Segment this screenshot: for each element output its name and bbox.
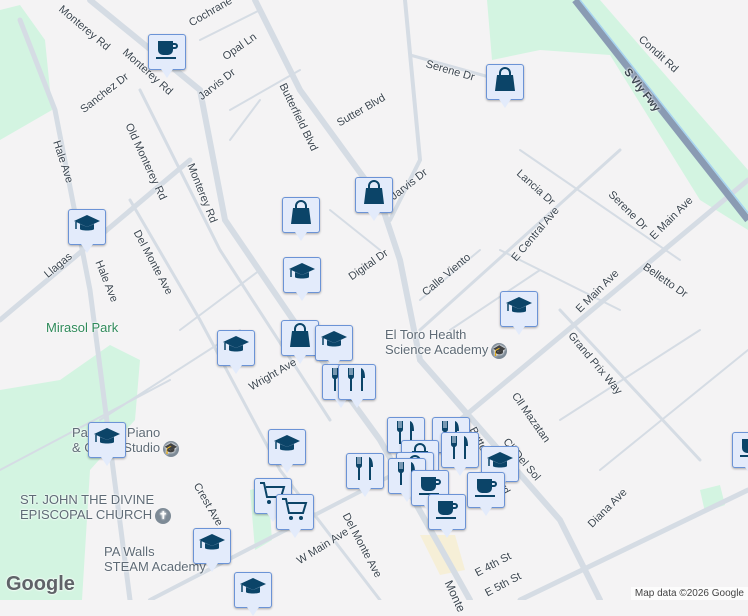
- shopping-marker[interactable]: [281, 320, 319, 364]
- restaurant-icon: [351, 455, 379, 487]
- school-icon: [222, 332, 250, 364]
- restaurant-icon: [343, 366, 371, 398]
- restaurant-marker[interactable]: [441, 432, 479, 476]
- restaurant-marker[interactable]: [346, 453, 384, 497]
- church-label[interactable]: ST. JOHN THE DIVINE EPISCOPAL CHURCH ✝: [20, 492, 172, 524]
- cart-icon: [281, 496, 309, 528]
- shopping-icon: [286, 322, 314, 354]
- coffee-marker[interactable]: [428, 494, 466, 538]
- school-icon: 🎓: [163, 440, 180, 457]
- coffee-icon: [472, 474, 500, 506]
- school-icon: [198, 530, 226, 562]
- church-cross-icon: ✝: [155, 507, 172, 524]
- restaurant-marker[interactable]: [338, 364, 376, 408]
- steam-academy-label[interactable]: PA Walls STEAM Academy: [104, 544, 206, 574]
- park-area: [0, 5, 52, 140]
- shopping-icon: [360, 179, 388, 211]
- road-grandprix: [558, 308, 702, 462]
- coffee-icon: [153, 36, 181, 68]
- google-logo: Google: [6, 573, 75, 595]
- shopping-marker[interactable]: [355, 177, 393, 221]
- coffee-icon: [737, 434, 748, 466]
- coffee-marker[interactable]: [148, 34, 186, 78]
- school-icon: 🎓: [491, 342, 508, 359]
- school-icon: [288, 259, 316, 291]
- school-icon: [505, 293, 533, 325]
- shopping-marker[interactable]: [282, 197, 320, 241]
- school-marker[interactable]: [268, 429, 306, 473]
- road-south: [517, 487, 748, 600]
- school-icon: [273, 431, 301, 463]
- coffee-marker[interactable]: [467, 472, 505, 516]
- school-icon: [320, 327, 348, 359]
- school-icon: [239, 574, 267, 606]
- shopping-icon: [491, 66, 519, 98]
- restaurant-icon: [446, 434, 474, 466]
- place-name: ST. JOHN THE DIVINE EPISCOPAL CHURCH: [20, 492, 155, 522]
- school-marker[interactable]: [283, 257, 321, 301]
- school-marker[interactable]: [234, 572, 272, 616]
- school-marker[interactable]: [88, 422, 126, 466]
- school-marker[interactable]: [315, 325, 353, 369]
- map-attribution[interactable]: Map data ©2026 Google: [630, 587, 748, 600]
- shopping-icon: [287, 199, 315, 231]
- cart-marker[interactable]: [276, 494, 314, 538]
- freeway-s-vly-fwy: [572, 0, 748, 223]
- mirasol-park-label[interactable]: Mirasol Park: [46, 320, 118, 335]
- school-marker[interactable]: [193, 528, 231, 572]
- school-marker[interactable]: [500, 291, 538, 335]
- coffee-icon: [433, 496, 461, 528]
- school-marker[interactable]: [68, 209, 106, 253]
- coffee-marker[interactable]: [732, 432, 748, 476]
- school-icon: [73, 211, 101, 243]
- place-name: El Toro Health Science Academy: [385, 327, 489, 357]
- school-icon: [93, 424, 121, 456]
- shopping-marker[interactable]: [486, 64, 524, 108]
- school-marker[interactable]: [217, 330, 255, 374]
- el-toro-health-science-academy-label[interactable]: El Toro Health Science Academy 🎓: [385, 327, 508, 359]
- place-name: PA Walls STEAM Academy: [104, 544, 206, 574]
- road-minor: [199, 9, 541, 331]
